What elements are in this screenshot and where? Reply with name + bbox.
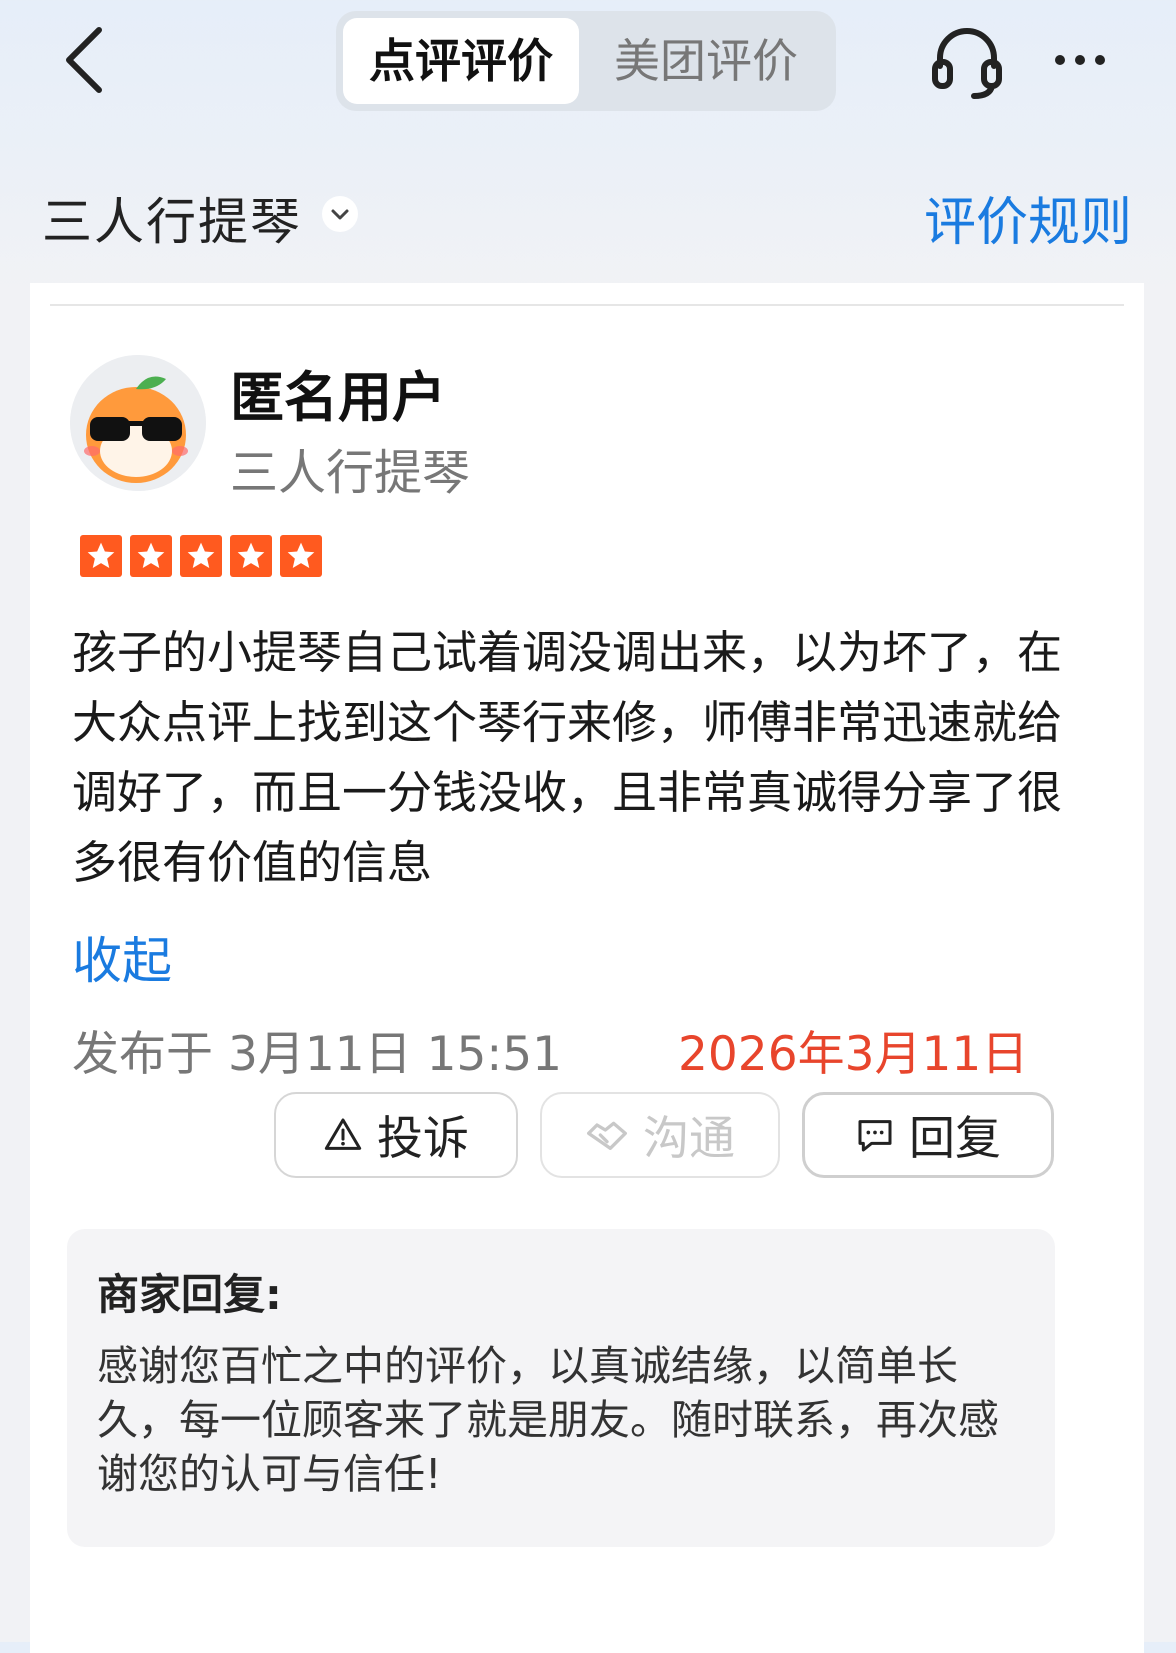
shop-bar: 三人行提琴 评价规则 <box>0 170 1176 270</box>
handshake-icon <box>585 1115 629 1155</box>
reply-button[interactable]: 回复 <box>802 1092 1054 1178</box>
top-bar: 点评评价 美团评价 <box>0 0 1176 130</box>
star-icon <box>80 535 122 577</box>
back-arrow-icon[interactable] <box>55 22 125 102</box>
complain-label: 投诉 <box>377 1111 469 1165</box>
merchant-reply-text: 感谢您百忙之中的评价，以真诚结缘，以简单长久，每一位顾客来了就是朋友。随时联系，… <box>97 1342 999 1498</box>
reply-label: 回复 <box>909 1111 1001 1165</box>
star-rating <box>80 535 322 577</box>
divider <box>50 304 1124 306</box>
chat-label: 沟通 <box>643 1111 735 1165</box>
review-rules-link[interactable]: 评价规则 <box>924 180 1132 255</box>
star-icon <box>180 535 222 577</box>
merchant-reply-box: 商家回复: 感谢您百忙之中的评价，以真诚结缘，以简单长久，每一位顾客来了就是朋友… <box>67 1229 1055 1547</box>
shop-name[interactable]: 三人行提琴 <box>42 182 302 254</box>
review-text: 孩子的小提琴自己试着调没调出来，以为坏了，在大众点评上找到这个琴行来修，师傅非常… <box>72 626 1063 889</box>
warning-icon <box>323 1115 363 1155</box>
more-icon[interactable] <box>1046 38 1116 88</box>
publish-time: 发布于 3月11日 15:51 <box>72 1027 563 1082</box>
tab-meituan-reviews[interactable]: 美团评价 <box>581 18 831 104</box>
complain-button[interactable]: 投诉 <box>274 1092 518 1178</box>
tab-dianping-reviews[interactable]: 点评评价 <box>343 18 579 104</box>
user-name: 匿名用户 <box>230 366 446 429</box>
chevron-down-icon[interactable] <box>322 196 358 232</box>
date-stamp: 2026年3月11日 <box>678 1027 1029 1082</box>
star-icon <box>130 535 172 577</box>
review-source-tabs: 点评评价 美团评价 <box>336 11 836 111</box>
collapse-link[interactable]: 收起 <box>72 921 172 993</box>
comment-icon <box>855 1115 895 1155</box>
chat-button[interactable]: 沟通 <box>540 1092 780 1178</box>
reviewed-shop-name: 三人行提琴 <box>230 445 471 501</box>
star-icon <box>230 535 272 577</box>
avatar[interactable] <box>70 355 206 491</box>
headset-icon[interactable] <box>930 22 1004 102</box>
star-icon <box>280 535 322 577</box>
merchant-reply-title: 商家回复: <box>97 1270 282 1319</box>
